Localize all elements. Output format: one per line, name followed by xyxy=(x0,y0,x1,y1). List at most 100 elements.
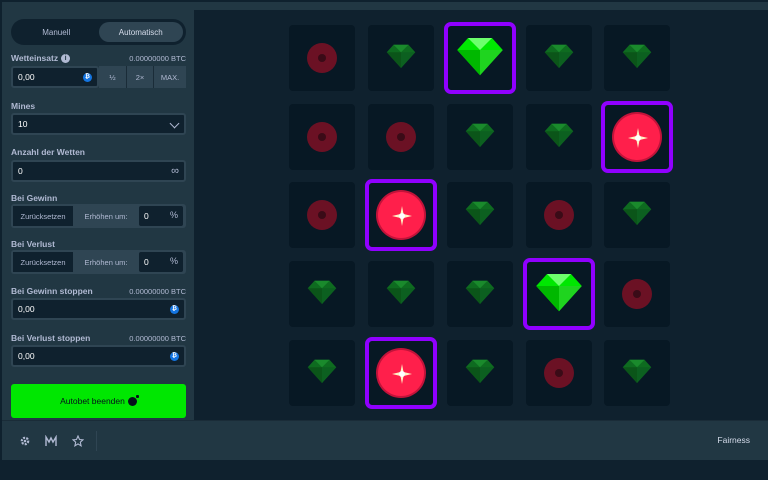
tile-r1-c1[interactable] xyxy=(289,25,355,91)
gem-icon xyxy=(386,279,416,310)
fairness-link[interactable]: Fairness xyxy=(717,435,750,445)
gem-icon xyxy=(622,358,652,389)
bet-amount-input[interactable]: 0,00 ₿ xyxy=(11,66,99,88)
gem-icon xyxy=(307,279,337,310)
on-loss-label: Bei Verlust xyxy=(11,239,55,249)
stop-profit-label: Bei Gewinn stoppen xyxy=(11,286,93,296)
footer-bar: Fairness xyxy=(2,420,768,460)
mine-icon xyxy=(544,358,574,388)
tile-r3-c2[interactable] xyxy=(365,179,437,251)
gem-icon xyxy=(456,35,504,82)
tile-r3-c5[interactable] xyxy=(604,182,670,248)
mines-label: Mines xyxy=(11,101,36,111)
stop-loss-input[interactable]: 0,00 ₿ xyxy=(11,345,186,367)
mine-icon xyxy=(378,350,424,396)
star-icon[interactable] xyxy=(71,434,85,447)
percent-icon: % xyxy=(169,210,178,220)
tile-r4-c5[interactable] xyxy=(604,261,670,327)
tab-auto[interactable]: Automatisch xyxy=(98,22,183,42)
gem-icon xyxy=(544,122,574,153)
tile-r5-c1[interactable] xyxy=(289,340,355,406)
mine-icon xyxy=(307,200,337,230)
tile-r5-c2[interactable] xyxy=(365,337,437,409)
mines-select[interactable]: 10 xyxy=(11,113,186,135)
num-bets-label: Anzahl der Wetten xyxy=(11,147,85,157)
on-loss-value: 0 xyxy=(144,257,149,267)
on-win-value: 0 xyxy=(144,211,149,221)
stop-profit-value: 0,00 xyxy=(18,304,35,314)
bet-btc-amount: 0.00000000 BTC xyxy=(129,53,186,63)
on-win-increase-button[interactable]: Erhöhen um: xyxy=(73,206,139,226)
tile-r3-c3[interactable] xyxy=(447,182,513,248)
tile-r1-c3[interactable] xyxy=(444,22,516,94)
stop-autobet-button[interactable]: Autobet beenden xyxy=(11,384,186,418)
mode-tabs: Manuell Automatisch xyxy=(11,19,186,45)
on-loss-reset-button[interactable]: Zurücksetzen xyxy=(13,252,73,272)
mines-board xyxy=(194,10,768,420)
tile-r4-c4[interactable] xyxy=(523,258,595,330)
num-bets-label-row: Anzahl der Wetten xyxy=(11,147,186,157)
app-window: Manuell Automatisch Wetteinsatz i 0.00000… xyxy=(2,2,768,460)
num-bets-value: 0 xyxy=(18,166,23,176)
stop-loss-value: 0,00 xyxy=(18,351,35,361)
stop-profit-label-row: Bei Gewinn stoppen 0.00000000 BTC xyxy=(11,286,186,296)
bitcoin-icon: ₿ xyxy=(170,305,179,314)
stop-profit-btc: 0.00000000 BTC xyxy=(129,286,186,296)
mine-icon xyxy=(307,122,337,152)
on-loss-input[interactable]: 0 % xyxy=(139,252,183,272)
tile-r4-c1[interactable] xyxy=(289,261,355,327)
bet-label: Wetteinsatz xyxy=(11,53,59,63)
on-loss-control: Zurücksetzen Erhöhen um: 0 % xyxy=(11,250,186,274)
on-win-reset-button[interactable]: Zurücksetzen xyxy=(13,206,73,226)
chart-icon[interactable] xyxy=(45,434,57,447)
tile-r5-c3[interactable] xyxy=(447,340,513,406)
gem-icon xyxy=(544,43,574,74)
mine-icon xyxy=(614,114,660,160)
half-button[interactable]: ½ xyxy=(99,66,126,88)
stop-loss-label: Bei Verlust stoppen xyxy=(11,333,91,343)
infinity-icon[interactable]: ∞ xyxy=(171,165,179,177)
mine-icon xyxy=(386,122,416,152)
stop-autobet-label: Autobet beenden xyxy=(60,396,125,406)
tile-r1-c4[interactable] xyxy=(526,25,592,91)
mine-icon xyxy=(622,279,652,309)
on-win-input[interactable]: 0 % xyxy=(139,206,183,226)
stop-profit-input[interactable]: 0,00 ₿ xyxy=(11,298,186,320)
num-bets-input[interactable]: 0 ∞ xyxy=(11,160,186,182)
percent-icon: % xyxy=(169,256,178,266)
tile-r1-c2[interactable] xyxy=(368,25,434,91)
bitcoin-icon: ₿ xyxy=(83,73,92,82)
bet-amount-value: 0,00 xyxy=(18,72,35,82)
sidebar: Manuell Automatisch Wetteinsatz i 0.00000… xyxy=(2,10,194,420)
bomb-icon xyxy=(127,394,139,406)
tile-r4-c2[interactable] xyxy=(368,261,434,327)
tile-r2-c2[interactable] xyxy=(368,104,434,170)
tile-r2-c1[interactable] xyxy=(289,104,355,170)
on-loss-increase-button[interactable]: Erhöhen um: xyxy=(73,252,139,272)
stop-loss-btc: 0.00000000 BTC xyxy=(129,333,186,343)
chevron-down-icon xyxy=(169,118,180,129)
mines-label-row: Mines xyxy=(11,101,186,111)
on-win-control: Zurücksetzen Erhöhen um: 0 % xyxy=(11,204,186,228)
gem-icon xyxy=(386,43,416,74)
stop-loss-label-row: Bei Verlust stoppen 0.00000000 BTC xyxy=(11,333,186,343)
tile-r2-c5[interactable] xyxy=(601,101,673,173)
max-button[interactable]: MAX. xyxy=(153,66,186,88)
tile-r4-c3[interactable] xyxy=(447,261,513,327)
double-button[interactable]: 2× xyxy=(126,66,153,88)
tile-r2-c3[interactable] xyxy=(447,104,513,170)
tile-r5-c5[interactable] xyxy=(604,340,670,406)
tile-r1-c5[interactable] xyxy=(604,25,670,91)
gem-icon xyxy=(465,358,495,389)
tile-r3-c1[interactable] xyxy=(289,182,355,248)
tab-manual[interactable]: Manuell xyxy=(14,22,99,42)
bitcoin-icon: ₿ xyxy=(170,352,179,361)
mine-icon xyxy=(544,200,574,230)
gem-icon xyxy=(465,279,495,310)
info-icon[interactable]: i xyxy=(61,54,71,64)
tile-r5-c4[interactable] xyxy=(526,340,592,406)
gem-icon xyxy=(465,122,495,153)
tile-r2-c4[interactable] xyxy=(526,104,592,170)
tile-r3-c4[interactable] xyxy=(526,182,592,248)
gear-icon[interactable] xyxy=(19,435,31,447)
